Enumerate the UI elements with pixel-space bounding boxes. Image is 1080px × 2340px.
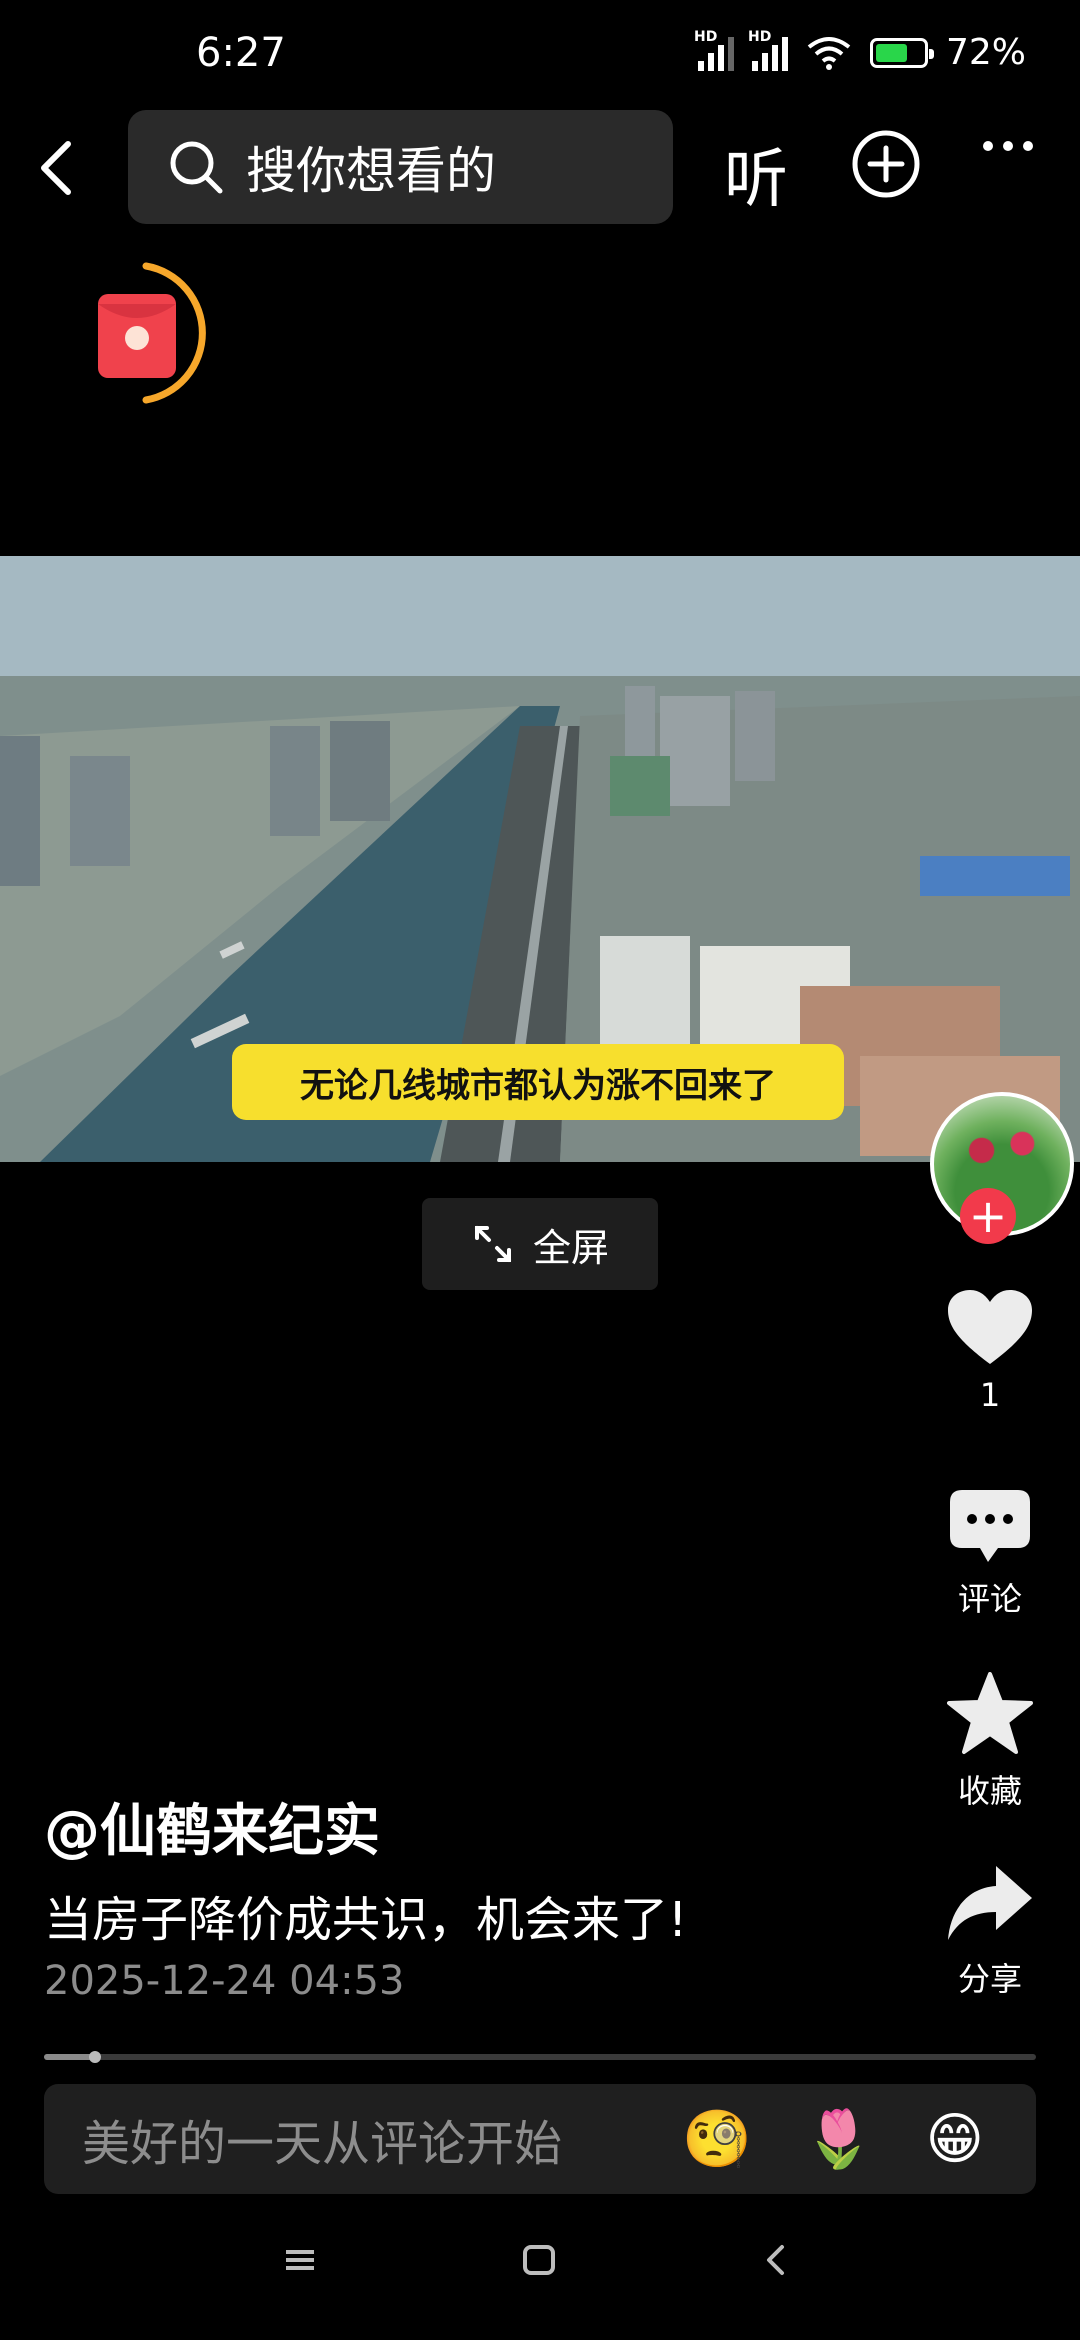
share-icon xyxy=(948,1866,1032,1940)
home-nav-icon[interactable] xyxy=(522,2244,556,2276)
playback-progress-bar[interactable] xyxy=(44,2051,1036,2063)
comment-button[interactable]: 评论 xyxy=(930,1490,1050,1620)
progress-fill xyxy=(44,2054,94,2060)
post-date: 2025-12-24 04:53 xyxy=(44,1958,405,2004)
more-icon[interactable] xyxy=(980,136,1036,156)
signal-icon-2: HD xyxy=(748,29,788,71)
comment-placeholder: 美好的一天从评论开始 xyxy=(82,2116,563,2172)
like-count: 1 xyxy=(979,1376,1001,1414)
listen-button[interactable]: 听 xyxy=(724,128,788,220)
thinking-emoji-button[interactable]: 🧐 xyxy=(682,2106,752,2172)
comment-icon xyxy=(950,1490,1030,1562)
expand-icon xyxy=(474,1226,511,1262)
favorite-label: 收藏 xyxy=(957,1772,1022,1810)
back-nav-icon[interactable] xyxy=(764,2244,788,2276)
battery-icon xyxy=(869,37,934,68)
heart-icon xyxy=(948,1290,1032,1364)
comment-label: 评论 xyxy=(957,1580,1022,1618)
search-placeholder: 搜你想看的 xyxy=(246,142,496,200)
status-time: 6:27 xyxy=(196,30,286,76)
status-icons: HD HD 72% xyxy=(694,29,1026,74)
share-label: 分享 xyxy=(957,1960,1022,1998)
fullscreen-label: 全屏 xyxy=(532,1225,609,1270)
author-name[interactable]: @仙鹤来纪实 xyxy=(44,1786,380,1867)
signal-icon: HD xyxy=(694,29,734,71)
red-packet-icon[interactable] xyxy=(94,256,214,406)
progress-handle[interactable] xyxy=(89,2051,101,2063)
follow-button[interactable]: + xyxy=(960,1188,1016,1244)
share-button[interactable]: 分享 xyxy=(930,1864,1050,2000)
star-icon xyxy=(947,1672,1033,1754)
wifi-icon xyxy=(807,36,851,70)
search-bar[interactable]: 搜你想看的 xyxy=(128,110,673,224)
comment-input[interactable]: 美好的一天从评论开始 🧐 🌷 😁 xyxy=(44,2084,1036,2194)
battery-percent: 72% xyxy=(945,32,1026,73)
search-icon xyxy=(170,141,223,194)
add-icon[interactable] xyxy=(850,128,922,200)
favorite-button[interactable]: 收藏 xyxy=(930,1672,1050,1812)
video-subtitle: 无论几线城市都认为涨不回来了 xyxy=(232,1044,844,1120)
grin-emoji-button[interactable]: 😁 xyxy=(926,2107,984,2172)
menu-nav-icon[interactable] xyxy=(284,2244,316,2276)
like-button[interactable]: 1 xyxy=(930,1290,1050,1414)
flower-emoji-button[interactable]: 🌷 xyxy=(804,2106,874,2172)
video-title: 当房子降价成共识，机会来了! xyxy=(44,1892,688,1948)
back-icon[interactable] xyxy=(30,138,90,198)
fullscreen-button[interactable]: 全屏 xyxy=(422,1198,658,1290)
